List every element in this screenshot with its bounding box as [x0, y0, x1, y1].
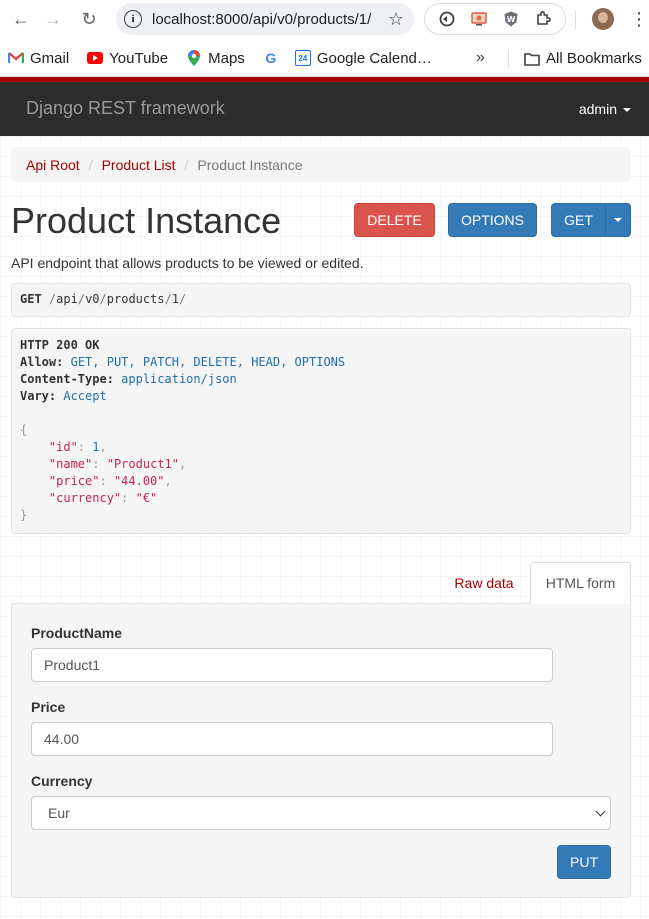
screen-extension-icon[interactable]	[469, 9, 489, 29]
profile-avatar[interactable]	[592, 8, 614, 30]
breadcrumb-separator: /	[184, 156, 189, 173]
page-title: Product Instance	[11, 200, 282, 241]
breadcrumb: Api Root / Product List / Product Instan…	[11, 147, 631, 182]
address-bar[interactable]: i localhost:8000/api/v0/products/1/ ☆	[116, 3, 414, 35]
product-name-input[interactable]: Product1	[31, 648, 553, 682]
browser-toolbar: ← → ↻ i localhost:8000/api/v0/products/1…	[0, 0, 649, 40]
chevron-down-icon	[595, 806, 606, 816]
user-dropdown[interactable]: admin	[579, 101, 631, 117]
response-status: HTTP 200 OK	[20, 338, 100, 352]
currency-select[interactable]: Eur	[31, 796, 611, 830]
all-bookmarks-label: All Bookmarks	[546, 50, 642, 67]
toolbar-divider	[575, 11, 576, 29]
gmail-icon	[8, 50, 24, 66]
json-key: "currency"	[48, 491, 122, 505]
bookmark-google-calendar[interactable]: 24 Google Calend…	[294, 49, 432, 67]
calendar-icon: 24	[294, 50, 311, 66]
svg-text:W: W	[507, 15, 516, 24]
bookmark-label: Maps	[208, 49, 245, 67]
forward-button[interactable]: →	[38, 4, 68, 34]
drf-navbar: Django REST framework admin	[0, 77, 649, 136]
breadcrumb-current: Product Instance	[197, 156, 303, 173]
options-button[interactable]: OPTIONS	[448, 203, 537, 237]
caret-down-icon	[614, 218, 622, 222]
arrow-left-icon: ←	[12, 8, 30, 29]
json-value: "€"	[135, 491, 158, 505]
extensions-group: W	[424, 3, 566, 35]
bookmarks-bar: Gmail YouTube Maps G 24 Google Calend… »…	[0, 40, 649, 77]
header-name: Content-Type:	[20, 372, 114, 386]
response-info: HTTP 200 OK Allow: GET, PUT, PATCH, DELE…	[11, 328, 631, 534]
json-key: "price"	[48, 474, 100, 488]
breadcrumb-separator: /	[88, 156, 93, 173]
user-name: admin	[578, 101, 617, 117]
get-button[interactable]: GET	[551, 203, 606, 237]
bookmark-label: Gmail	[30, 49, 70, 67]
url-text: localhost:8000/api/v0/products/1/	[152, 10, 372, 28]
product-name-label: ProductName	[31, 625, 123, 641]
json-key: "id"	[48, 440, 78, 454]
header-name: Vary:	[20, 389, 57, 403]
reload-button[interactable]: ↻	[74, 4, 104, 34]
get-format-dropdown[interactable]	[605, 203, 631, 237]
bookmark-youtube[interactable]: YouTube	[87, 50, 168, 67]
bookmark-label: YouTube	[109, 49, 169, 67]
shield-extension-icon[interactable]: W	[501, 9, 521, 29]
youtube-icon	[87, 50, 104, 66]
tab-raw-data[interactable]: Raw data	[440, 563, 528, 603]
maps-icon	[186, 50, 202, 66]
arrow-right-icon: →	[44, 8, 62, 29]
site-info-icon[interactable]: i	[124, 10, 142, 28]
json-value: "44.00"	[113, 474, 165, 488]
delete-button[interactable]: DELETE	[354, 203, 435, 237]
breadcrumb-api-root[interactable]: Api Root	[26, 157, 80, 173]
currency-label: Currency	[31, 773, 93, 789]
header-value: Accept	[63, 389, 107, 403]
bookmark-gmail[interactable]: Gmail	[8, 50, 69, 67]
bookmark-star-icon[interactable]: ☆	[388, 9, 404, 30]
request-method: GET	[20, 292, 42, 306]
more-bookmarks-icon[interactable]: »	[476, 49, 485, 67]
sync-extension-icon[interactable]	[437, 9, 457, 29]
header-value: GET, PUT, PATCH, DELETE, HEAD, OPTIONS	[70, 355, 346, 369]
folder-icon	[524, 51, 540, 67]
request-info: GET /api/v0/products/1/	[11, 283, 631, 317]
back-button[interactable]: ←	[6, 4, 36, 34]
json-value: 1	[92, 440, 100, 454]
request-path: /api/v0/products/1/	[48, 292, 187, 306]
header-value: application/json	[121, 372, 237, 386]
puzzle-extensions-icon[interactable]	[533, 9, 553, 29]
all-bookmarks-button[interactable]: All Bookmarks	[524, 40, 642, 77]
price-label: Price	[31, 699, 66, 715]
bookmark-google[interactable]: G	[263, 50, 285, 66]
tab-html-form[interactable]: HTML form	[530, 562, 631, 604]
endpoint-description: API endpoint that allows products to be …	[11, 255, 364, 271]
bookmark-label: Google Calend…	[316, 49, 432, 67]
header-name: Allow:	[20, 355, 64, 369]
json-key: "name"	[48, 457, 93, 471]
bookmark-maps[interactable]: Maps	[186, 50, 245, 67]
price-input[interactable]: 44.00	[31, 722, 553, 756]
brand-link[interactable]: Django REST framework	[26, 98, 225, 119]
caret-down-icon	[623, 108, 631, 113]
put-button[interactable]: PUT	[557, 845, 611, 879]
json-value: "Product1"	[106, 457, 179, 471]
json-brace: {	[20, 423, 28, 437]
currency-selected-value: Eur	[48, 805, 70, 821]
breadcrumb-product-list[interactable]: Product List	[102, 157, 176, 173]
json-brace: }	[20, 508, 28, 522]
browser-menu-icon[interactable]: ⋮	[630, 8, 648, 30]
bookmarks-divider	[508, 50, 509, 68]
reload-icon: ↻	[81, 8, 97, 29]
google-icon: G	[265, 50, 277, 66]
